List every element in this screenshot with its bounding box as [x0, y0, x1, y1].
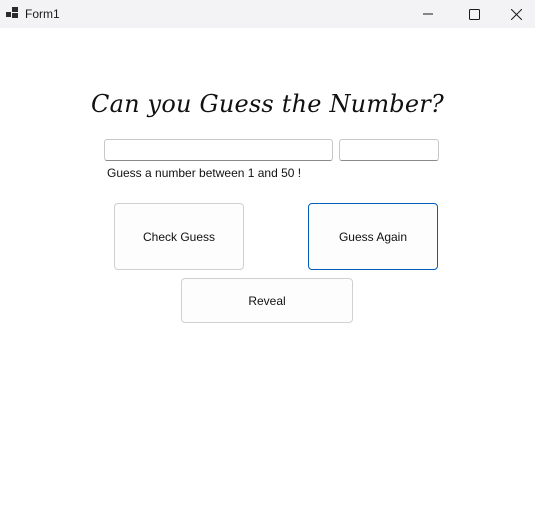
title-bar[interactable]: Form1 [0, 0, 535, 28]
answer-field[interactable] [339, 139, 439, 161]
guess-again-button[interactable]: Guess Again [308, 203, 438, 270]
page-title: Can you Guess the Number? [91, 90, 444, 118]
reveal-button[interactable]: Reveal [181, 278, 353, 323]
hint-label: Guess a number between 1 and 50 ! [107, 166, 302, 180]
windows-forms-app-icon [6, 7, 18, 18]
close-icon [510, 8, 522, 20]
close-button[interactable] [497, 0, 535, 28]
check-guess-button[interactable]: Check Guess [114, 203, 244, 270]
window-title: Form1 [25, 7, 60, 21]
minimize-button[interactable] [405, 0, 451, 28]
minimize-icon [423, 13, 433, 15]
guess-input[interactable] [104, 139, 333, 161]
app-window: Form1 Can you Guess the Number? Guess a … [0, 0, 535, 532]
maximize-icon [468, 8, 480, 20]
maximize-button[interactable] [451, 0, 497, 28]
